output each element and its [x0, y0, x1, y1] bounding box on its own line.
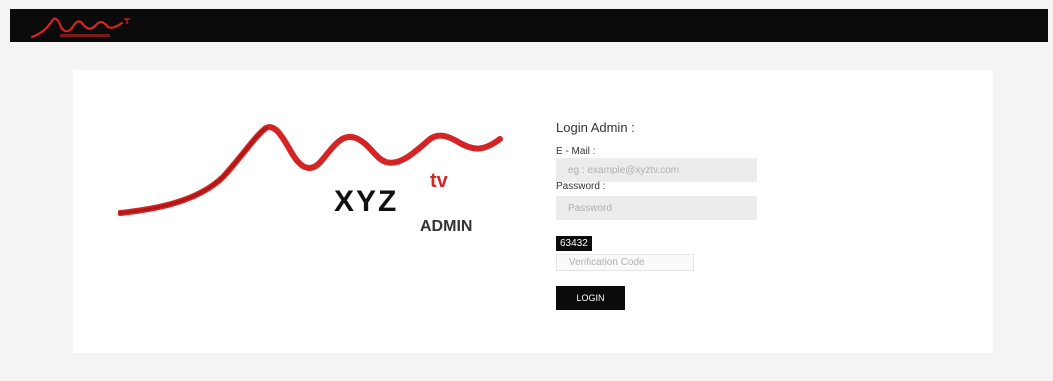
- form-title: Login Admin :: [556, 120, 635, 135]
- email-field[interactable]: [556, 158, 757, 182]
- login-page: XYZ tv ADMIN Login Admin : E - Mail : Pa…: [0, 0, 1053, 381]
- header-logo[interactable]: [30, 11, 135, 41]
- brand-name: XYZ: [334, 185, 399, 218]
- top-bar: [10, 9, 1048, 42]
- password-label: Password :: [556, 181, 606, 192]
- verification-code-field[interactable]: [556, 254, 694, 271]
- mountain-logo-icon: [30, 17, 130, 39]
- brand-tv-mark: tv: [430, 170, 448, 192]
- login-button[interactable]: LOGIN: [556, 286, 625, 310]
- captcha-code: 63432: [556, 236, 592, 251]
- password-field[interactable]: [556, 196, 757, 220]
- email-label: E - Mail :: [556, 146, 596, 157]
- login-card: XYZ tv ADMIN Login Admin : E - Mail : Pa…: [73, 70, 993, 353]
- brand-logo: XYZ tv ADMIN: [118, 115, 518, 245]
- brand-admin-label: ADMIN: [420, 218, 473, 235]
